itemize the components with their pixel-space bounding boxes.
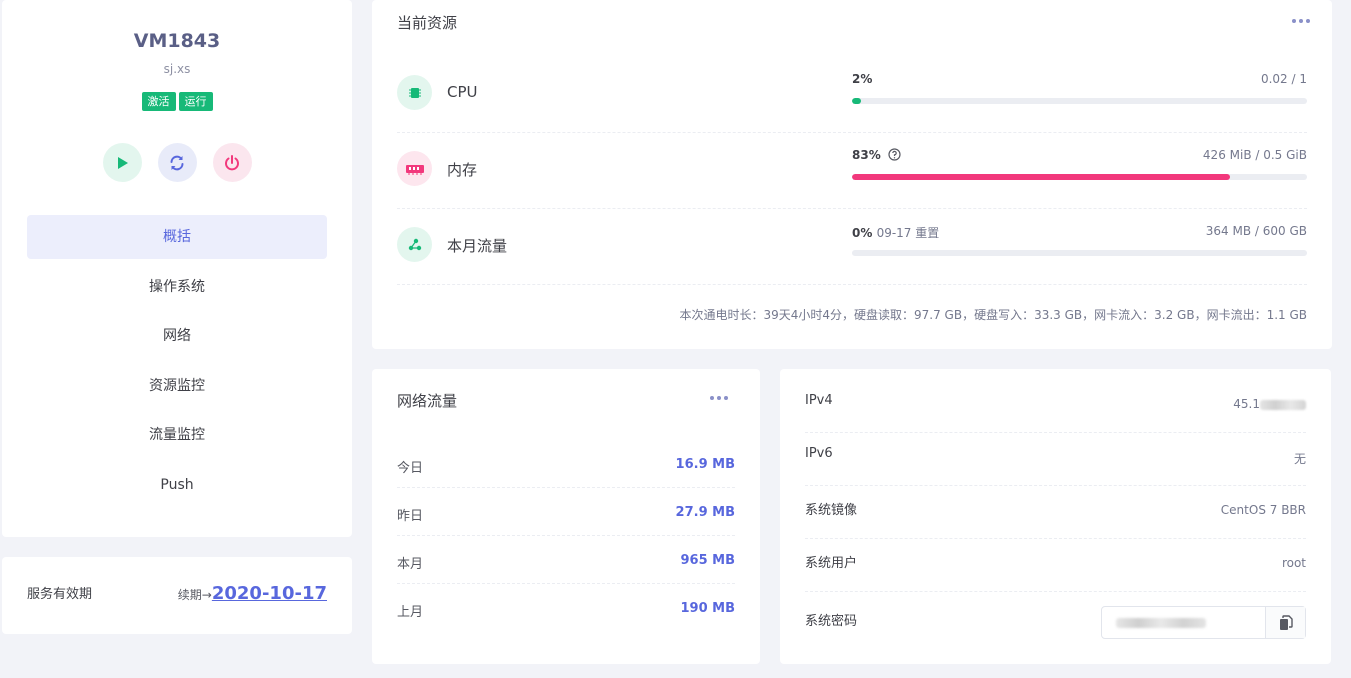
more-options-icon[interactable] [710,396,728,400]
renew-date-link[interactable]: 2020-10-17 [212,583,327,604]
network-traffic-card: 网络流量 今日 16.9 MB 昨日 27.9 MB 本月 965 MB 上月 … [372,369,760,664]
menu-item-os[interactable]: 操作系统 [27,265,327,309]
password-field [1101,606,1306,639]
traffic-value: 16.9 MB [675,457,735,472]
resource-name: 内存 [447,161,478,179]
power-actions [2,143,352,182]
current-resources-card: 当前资源 CPU 2% 0.02 / 1 内存 83% 426 MiB / 0.… [372,0,1332,349]
info-label: 系统用户 [805,556,858,571]
progress-bar [852,98,1307,104]
server-info-card: IPv4 45.1 IPv6 无 系统镜像 CentOS 7 BBR 系统用户 … [780,369,1331,664]
traffic-row-today: 今日 16.9 MB [397,440,735,488]
info-row-user: 系统用户 root [805,539,1306,592]
traffic-value: 27.9 MB [675,505,735,520]
card-title: 当前资源 [397,14,458,32]
renew-label: 续期→ [177,588,212,602]
menu-item-push[interactable]: Push [27,463,327,507]
traffic-label: 今日 [397,461,424,476]
usage-summary: 本次通电时长：39天4小时4分，硬盘读取：97.7 GB，硬盘写入：33.3 G… [679,308,1307,322]
resource-value: 0.02 / 1 [1260,72,1307,86]
traffic-row-this-month: 本月 965 MB [397,536,735,584]
copy-icon [1279,614,1293,630]
resource-row-traffic: 本月流量 0% 09-17 重置 364 MB / 600 GB [397,209,1307,285]
resource-row-memory: 内存 83% 426 MiB / 0.5 GiB [397,133,1307,209]
side-menu: 概括 操作系统 网络 资源监控 流量监控 Push [27,215,327,512]
traffic-label: 昨日 [397,509,424,524]
copy-button[interactable] [1265,607,1305,638]
os-image: CentOS 7 BBR [1220,503,1306,517]
play-icon [118,156,128,169]
traffic-label: 上月 [397,605,424,620]
ipv6-address: 无 [1293,452,1306,466]
menu-item-traffic-monitor[interactable]: 流量监控 [27,413,327,457]
info-label: IPv6 [805,446,833,461]
traffic-value: 190 MB [680,601,735,616]
resource-name: CPU [447,83,478,101]
power-icon [225,154,239,170]
resource-value: 426 MiB / 0.5 GiB [1202,148,1307,162]
cpu-icon [397,75,432,110]
status-badges: 激活 运行 [2,92,352,111]
more-options-icon[interactable] [1292,19,1310,23]
menu-item-resource-monitor[interactable]: 资源监控 [27,364,327,408]
info-row-image: 系统镜像 CentOS 7 BBR [805,486,1306,539]
redacted-mask [1116,617,1206,628]
password-input[interactable] [1102,607,1265,638]
status-badge-running: 运行 [178,92,213,111]
vm-name: VM1843 [133,30,221,52]
progress-bar [852,250,1307,256]
traffic-row-last-month: 上月 190 MB [397,584,735,632]
vm-host: sj.xs [163,62,191,76]
ipv4-address[interactable]: 45.1 [1233,397,1306,411]
shutdown-button[interactable] [212,143,252,182]
card-title: 网络流量 [397,392,458,410]
traffic-label: 本月 [397,557,424,572]
traffic-row-yesterday: 昨日 27.9 MB [397,488,735,536]
help-icon[interactable] [888,148,901,161]
renew-link-group: 续期→2020-10-17 [178,583,327,604]
memory-icon [397,151,432,186]
reset-date: 09-17 重置 [876,226,940,240]
start-button[interactable] [102,143,142,182]
resource-name: 本月流量 [447,237,508,255]
traffic-icon [397,227,432,262]
status-badge-activated: 激活 [141,92,176,111]
info-row-password: 系统密码 [805,592,1306,645]
progress-bar-fill [852,98,862,104]
traffic-value: 965 MB [680,553,735,568]
info-row-ipv4: IPv4 45.1 [805,380,1306,433]
menu-item-overview[interactable]: 概括 [27,215,327,259]
menu-item-network[interactable]: 网络 [27,314,327,358]
resource-percent: 2% [852,72,873,86]
resource-value: 364 MB / 600 GB [1205,224,1307,238]
progress-bar-fill [852,174,1230,180]
resource-percent: 0% 09-17 重置 [852,226,940,240]
progress-bar [852,174,1307,180]
validity-label: 服务有效期 [27,587,93,602]
system-user: root [1281,556,1306,570]
server-profile-card: VM1843 sj.xs 激活 运行 概括 操作系统 网络 资源监控 流量监控 … [2,0,352,537]
info-row-ipv6: IPv6 无 [805,433,1306,486]
resource-row-cpu: CPU 2% 0.02 / 1 [397,57,1307,133]
info-label: 系统镜像 [805,503,858,518]
info-label: 系统密码 [805,614,858,629]
resource-percent: 83% [852,148,901,162]
info-label: IPv4 [805,393,833,408]
restart-button[interactable] [157,143,197,182]
service-validity-card: 服务有效期 续期→2020-10-17 [2,557,352,634]
redacted-mask [1260,399,1306,410]
sync-icon [170,155,184,170]
